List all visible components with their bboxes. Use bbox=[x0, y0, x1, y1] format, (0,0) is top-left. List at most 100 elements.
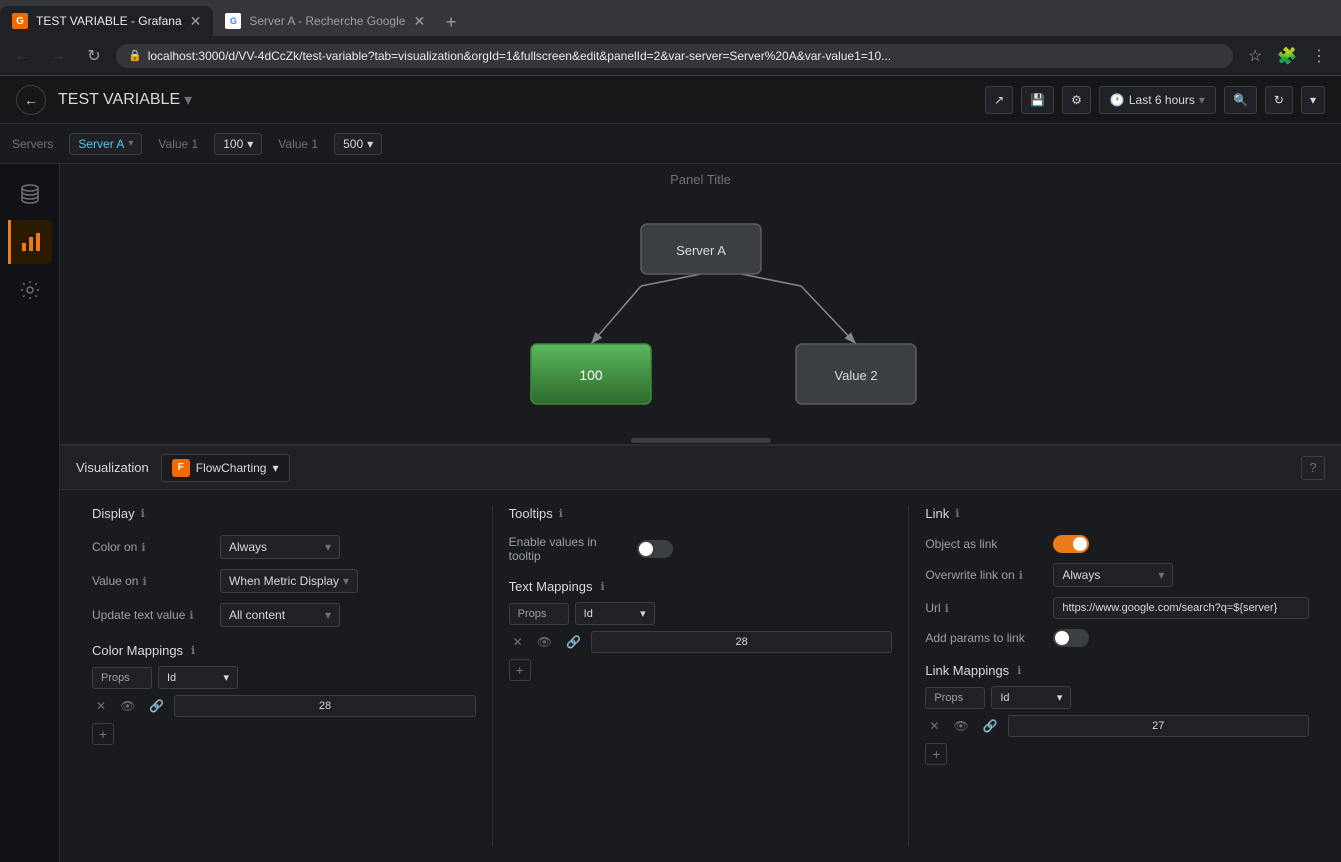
address-text: localhost:3000/d/VV-4dCcZk/test-variable… bbox=[148, 49, 891, 63]
link-link-icon[interactable]: 🔗 bbox=[979, 717, 1002, 735]
tab-google-close[interactable]: ✕ bbox=[413, 13, 425, 30]
overwrite-link-select[interactable]: Always ▾ bbox=[1053, 563, 1173, 587]
link-add-button[interactable]: + bbox=[925, 743, 947, 765]
value1-100-dropdown[interactable]: 100 ▾ bbox=[214, 133, 262, 155]
tab-grafana-label: TEST VARIABLE - Grafana bbox=[36, 14, 182, 28]
scroll-bar[interactable] bbox=[631, 438, 771, 443]
settings-header: Visualization F FlowCharting ▾ ? bbox=[60, 446, 1341, 490]
value-on-info[interactable]: ℹ bbox=[142, 575, 146, 588]
value1-500-dropdown[interactable]: 500 ▾ bbox=[334, 133, 382, 155]
text-mapping-value: 28 bbox=[591, 631, 892, 653]
text-id-select[interactable]: Id ▾ bbox=[575, 602, 655, 625]
link-mappings-info[interactable]: ℹ bbox=[1017, 664, 1021, 677]
time-chevron: ▾ bbox=[1199, 93, 1205, 107]
server-a-dropdown[interactable]: Server A ▾ bbox=[69, 133, 142, 155]
link-delete-icon[interactable]: ✕ bbox=[925, 717, 943, 735]
sidebar-item-chart[interactable] bbox=[8, 220, 52, 264]
color-mappings-info[interactable]: ℹ bbox=[191, 644, 195, 657]
flow-canvas: Server A 100 Value 2 bbox=[60, 195, 1341, 436]
add-params-toggle[interactable] bbox=[1053, 629, 1089, 647]
servers-label: Servers bbox=[12, 137, 53, 151]
object-as-link-toggle[interactable] bbox=[1053, 535, 1089, 553]
variable-bar: Servers Server A ▾ Value 1 100 ▾ Value 1… bbox=[0, 124, 1341, 164]
settings-button[interactable]: ⚙ bbox=[1062, 86, 1091, 114]
help-button[interactable]: ? bbox=[1301, 456, 1325, 480]
top-bar-actions: ↗ 💾 ⚙ 🕐 Last 6 hours ▾ 🔍 ↻ ▾ bbox=[985, 86, 1325, 114]
back-button[interactable]: ← bbox=[8, 42, 36, 70]
color-on-label: Color on ℹ bbox=[92, 540, 212, 554]
color-id-select[interactable]: Id ▾ bbox=[158, 666, 238, 689]
url-info[interactable]: ℹ bbox=[945, 602, 949, 615]
tooltips-column: Tooltips ℹ Enable values in tooltip bbox=[493, 506, 910, 846]
value-on-row: Value on ℹ When Metric Display ▾ bbox=[92, 569, 476, 593]
dashboard-title[interactable]: TEST VARIABLE ▾ bbox=[58, 90, 192, 110]
text-delete-icon[interactable]: ✕ bbox=[509, 633, 527, 651]
link-info-icon[interactable]: ℹ bbox=[955, 507, 959, 520]
new-tab-button[interactable]: + bbox=[437, 8, 465, 36]
color-on-row: Color on ℹ Always ▾ bbox=[92, 535, 476, 559]
svg-text:Value 2: Value 2 bbox=[834, 368, 877, 383]
link-eye-icon[interactable]: 👁 bbox=[949, 717, 972, 735]
color-link-icon[interactable]: 🔗 bbox=[145, 697, 168, 715]
overwrite-link-row: Overwrite link on ℹ Always ▾ bbox=[925, 563, 1309, 587]
link-mappings: Link Mappings ℹ Props Id ▾ bbox=[925, 663, 1309, 765]
update-text-info[interactable]: ℹ bbox=[189, 609, 193, 622]
back-dashboard-button[interactable]: ← bbox=[16, 85, 46, 115]
color-mappings-header: Color Mappings ℹ bbox=[92, 643, 476, 658]
app-layout: Panel Title bbox=[0, 164, 1341, 862]
extensions-icon[interactable]: 🧩 bbox=[1273, 42, 1301, 70]
color-mapping-row-1: ✕ 👁 🔗 28 bbox=[92, 695, 476, 717]
plugin-icon: F bbox=[172, 459, 190, 477]
save-button[interactable]: 💾 bbox=[1021, 86, 1054, 114]
display-info-icon[interactable]: ℹ bbox=[141, 507, 145, 520]
text-mappings: Text Mappings ℹ Props Id ▾ bbox=[509, 579, 893, 681]
plugin-chevron: ▾ bbox=[272, 461, 278, 475]
tab-grafana-close[interactable]: ✕ bbox=[190, 13, 202, 30]
tooltips-info-icon[interactable]: ℹ bbox=[559, 507, 563, 520]
sidebar-item-database[interactable] bbox=[8, 172, 52, 216]
link-mappings-cols: Props Id ▾ bbox=[925, 686, 1309, 709]
browser-menu-icon[interactable]: ⋮ bbox=[1305, 42, 1333, 70]
refresh-button[interactable]: ↻ bbox=[1265, 86, 1293, 114]
url-row: Url ℹ bbox=[925, 597, 1309, 619]
color-on-info[interactable]: ℹ bbox=[141, 541, 145, 554]
text-add-button[interactable]: + bbox=[509, 659, 531, 681]
reload-button[interactable]: ↻ bbox=[80, 42, 108, 70]
tab-google[interactable]: G Server A - Recherche Google ✕ bbox=[213, 6, 437, 36]
display-section-title: Display ℹ bbox=[92, 506, 476, 521]
url-input[interactable] bbox=[1053, 597, 1309, 619]
update-text-row: Update text value ℹ All content ▾ bbox=[92, 603, 476, 627]
tab-grafana[interactable]: G TEST VARIABLE - Grafana ✕ bbox=[0, 6, 213, 36]
link-id-select[interactable]: Id ▾ bbox=[991, 686, 1071, 709]
overwrite-link-arrow: ▾ bbox=[1158, 568, 1164, 582]
enable-tooltip-toggle[interactable] bbox=[637, 540, 673, 558]
text-eye-icon[interactable]: 👁 bbox=[533, 633, 556, 651]
color-delete-icon[interactable]: ✕ bbox=[92, 697, 110, 715]
color-eye-icon[interactable]: 👁 bbox=[116, 697, 139, 715]
value-on-label: Value on ℹ bbox=[92, 574, 212, 588]
overwrite-link-info[interactable]: ℹ bbox=[1019, 569, 1023, 582]
sidebar bbox=[0, 164, 60, 862]
add-params-row: Add params to link bbox=[925, 629, 1309, 647]
refresh-dropdown[interactable]: ▾ bbox=[1301, 86, 1325, 114]
time-range-button[interactable]: 🕐 Last 6 hours ▾ bbox=[1099, 86, 1216, 114]
value-on-arrow: ▾ bbox=[343, 574, 349, 588]
search-button[interactable]: 🔍 bbox=[1224, 86, 1257, 114]
plugin-dropdown-button[interactable]: F FlowCharting ▾ bbox=[161, 454, 290, 482]
share-button[interactable]: ↗ bbox=[985, 86, 1013, 114]
forward-button[interactable]: → bbox=[44, 42, 72, 70]
sidebar-item-settings[interactable] bbox=[8, 268, 52, 312]
bookmark-icon[interactable]: ☆ bbox=[1241, 42, 1269, 70]
color-on-select[interactable]: Always ▾ bbox=[220, 535, 340, 559]
update-text-select[interactable]: All content ▾ bbox=[220, 603, 340, 627]
address-bar[interactable]: 🔒 localhost:3000/d/VV-4dCcZk/test-variab… bbox=[116, 44, 1233, 68]
lock-icon: 🔒 bbox=[128, 49, 142, 62]
value-on-select[interactable]: When Metric Display ▾ bbox=[220, 569, 358, 593]
color-add-button[interactable]: + bbox=[92, 723, 114, 745]
link-column: Link ℹ Object as link bbox=[909, 506, 1325, 846]
top-bar: ← TEST VARIABLE ▾ ↗ 💾 ⚙ 🕐 Last 6 hours ▾… bbox=[0, 76, 1341, 124]
text-mappings-header: Text Mappings ℹ bbox=[509, 579, 893, 594]
text-link-icon[interactable]: 🔗 bbox=[562, 633, 585, 651]
text-mappings-info[interactable]: ℹ bbox=[601, 580, 605, 593]
text-mappings-cols: Props Id ▾ bbox=[509, 602, 893, 625]
